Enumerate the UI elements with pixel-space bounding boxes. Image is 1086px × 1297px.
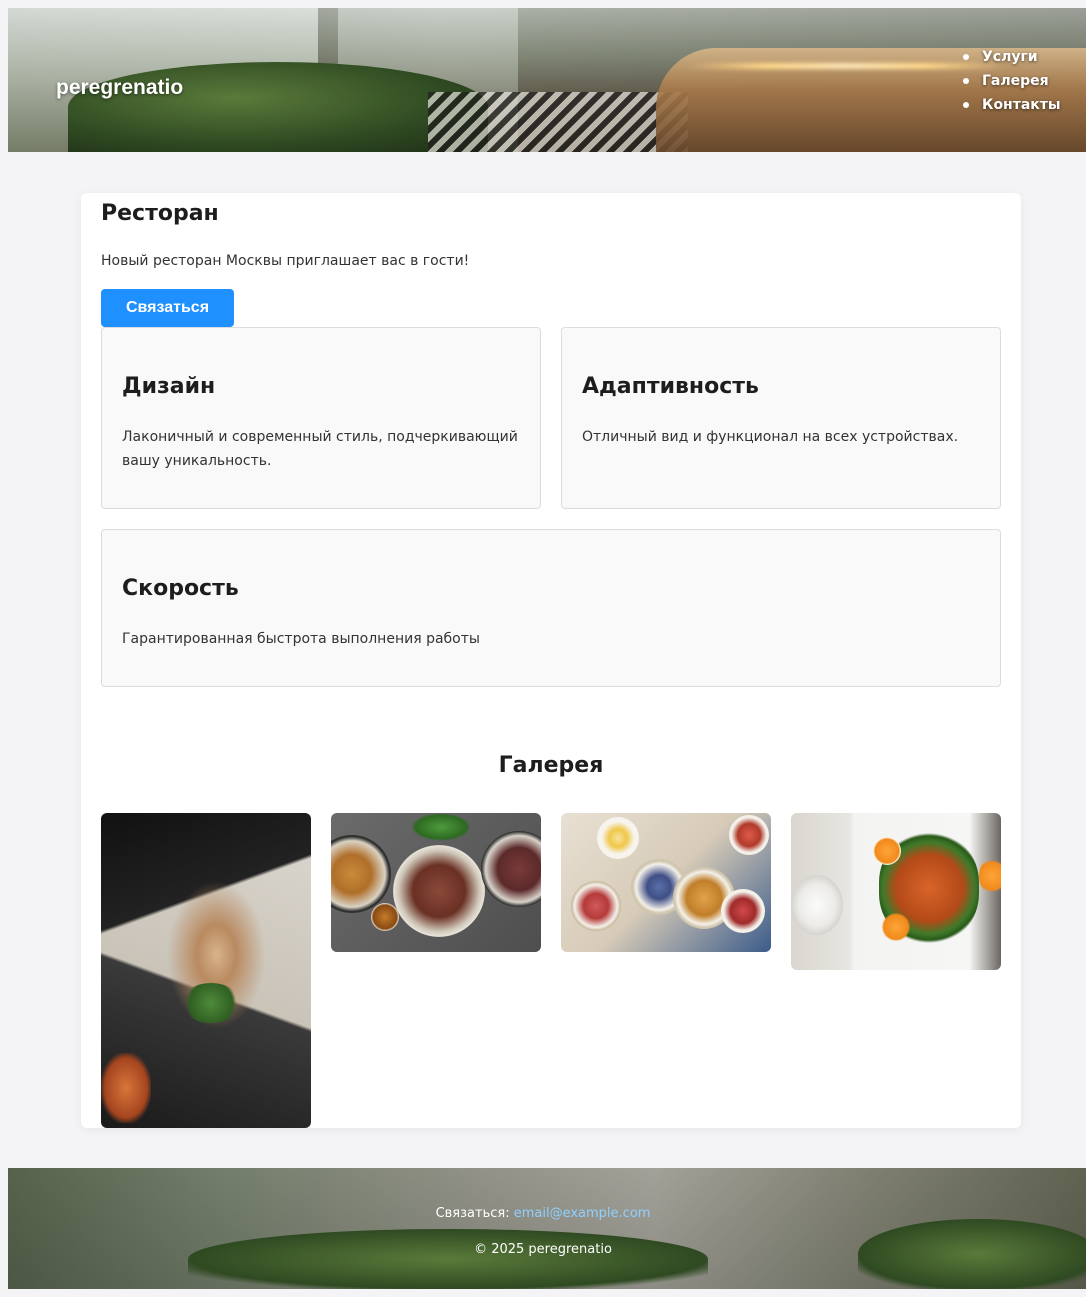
banner-floor-decoration xyxy=(428,92,688,152)
plate-decoration xyxy=(393,845,485,937)
herbs-decoration xyxy=(181,983,241,1023)
rice-bowl-decoration xyxy=(791,875,843,935)
feature-text: Гарантированная быстрота выполнения рабо… xyxy=(122,631,480,647)
footer-contact-label: Связаться: xyxy=(435,1206,510,1221)
plate-decoration xyxy=(571,881,621,931)
footer-contact: Связаться: email@example.com xyxy=(0,1206,1086,1221)
feature-title: Дизайн xyxy=(122,374,216,399)
footer-email-link[interactable]: email@example.com xyxy=(514,1206,651,1221)
sauce-decoration xyxy=(371,903,399,931)
site-logo[interactable]: peregrenatio xyxy=(56,76,183,100)
feature-card-speed: Скорость Гарантированная быстрота выполн… xyxy=(101,529,1001,687)
plate-decoration xyxy=(729,815,769,855)
footer-copyright: © 2025 peregrenatio xyxy=(474,1242,612,1257)
feature-text: Лаконичный и современный стиль, подчерки… xyxy=(122,429,518,469)
gallery-image-grilled-meat[interactable] xyxy=(331,813,541,952)
footer xyxy=(8,1168,1086,1289)
feature-title: Адаптивность xyxy=(582,374,759,399)
orange-slice-decoration xyxy=(873,837,901,865)
gallery-title: Галерея xyxy=(498,753,604,778)
gallery-image-brunch[interactable] xyxy=(561,813,771,952)
plate-decoration xyxy=(721,889,765,933)
plate-decoration xyxy=(331,835,391,913)
feature-title: Скорость xyxy=(122,576,239,601)
nav-item-services[interactable]: Услуги xyxy=(962,46,1061,70)
gallery-image-orange-chicken[interactable] xyxy=(791,813,1001,970)
banner-lights-decoration xyxy=(686,63,1006,69)
page-title: Ресторан xyxy=(101,201,219,226)
orange-slice-decoration xyxy=(979,857,1001,895)
contact-button[interactable]: Связаться xyxy=(101,289,234,327)
nav-item-gallery[interactable]: Галерея xyxy=(962,70,1061,94)
herbs-decoration xyxy=(411,813,471,841)
plate-decoration xyxy=(481,831,541,907)
main-nav: Услуги Галерея Контакты xyxy=(962,46,1061,118)
plate-decoration xyxy=(597,817,639,859)
header-banner: peregrenatio Услуги Галерея Контакты xyxy=(8,8,1086,152)
orange-slice-decoration xyxy=(881,913,911,941)
feature-text: Отличный вид и функционал на всех устрой… xyxy=(582,429,959,445)
shrimp-decoration xyxy=(101,1053,151,1123)
main-card: Ресторан Новый ресторан Москвы приглашае… xyxy=(81,193,1021,1128)
gallery-image-chef[interactable] xyxy=(101,813,311,1128)
feature-card-adaptive: Адаптивность Отличный вид и функционал н… xyxy=(561,327,1001,509)
nav-item-contacts[interactable]: Контакты xyxy=(962,94,1061,118)
feature-card-design: Дизайн Лаконичный и современный стиль, п… xyxy=(101,327,541,509)
intro-text: Новый ресторан Москвы приглашает вас в г… xyxy=(101,253,470,269)
footer-plants-decoration xyxy=(188,1229,708,1289)
